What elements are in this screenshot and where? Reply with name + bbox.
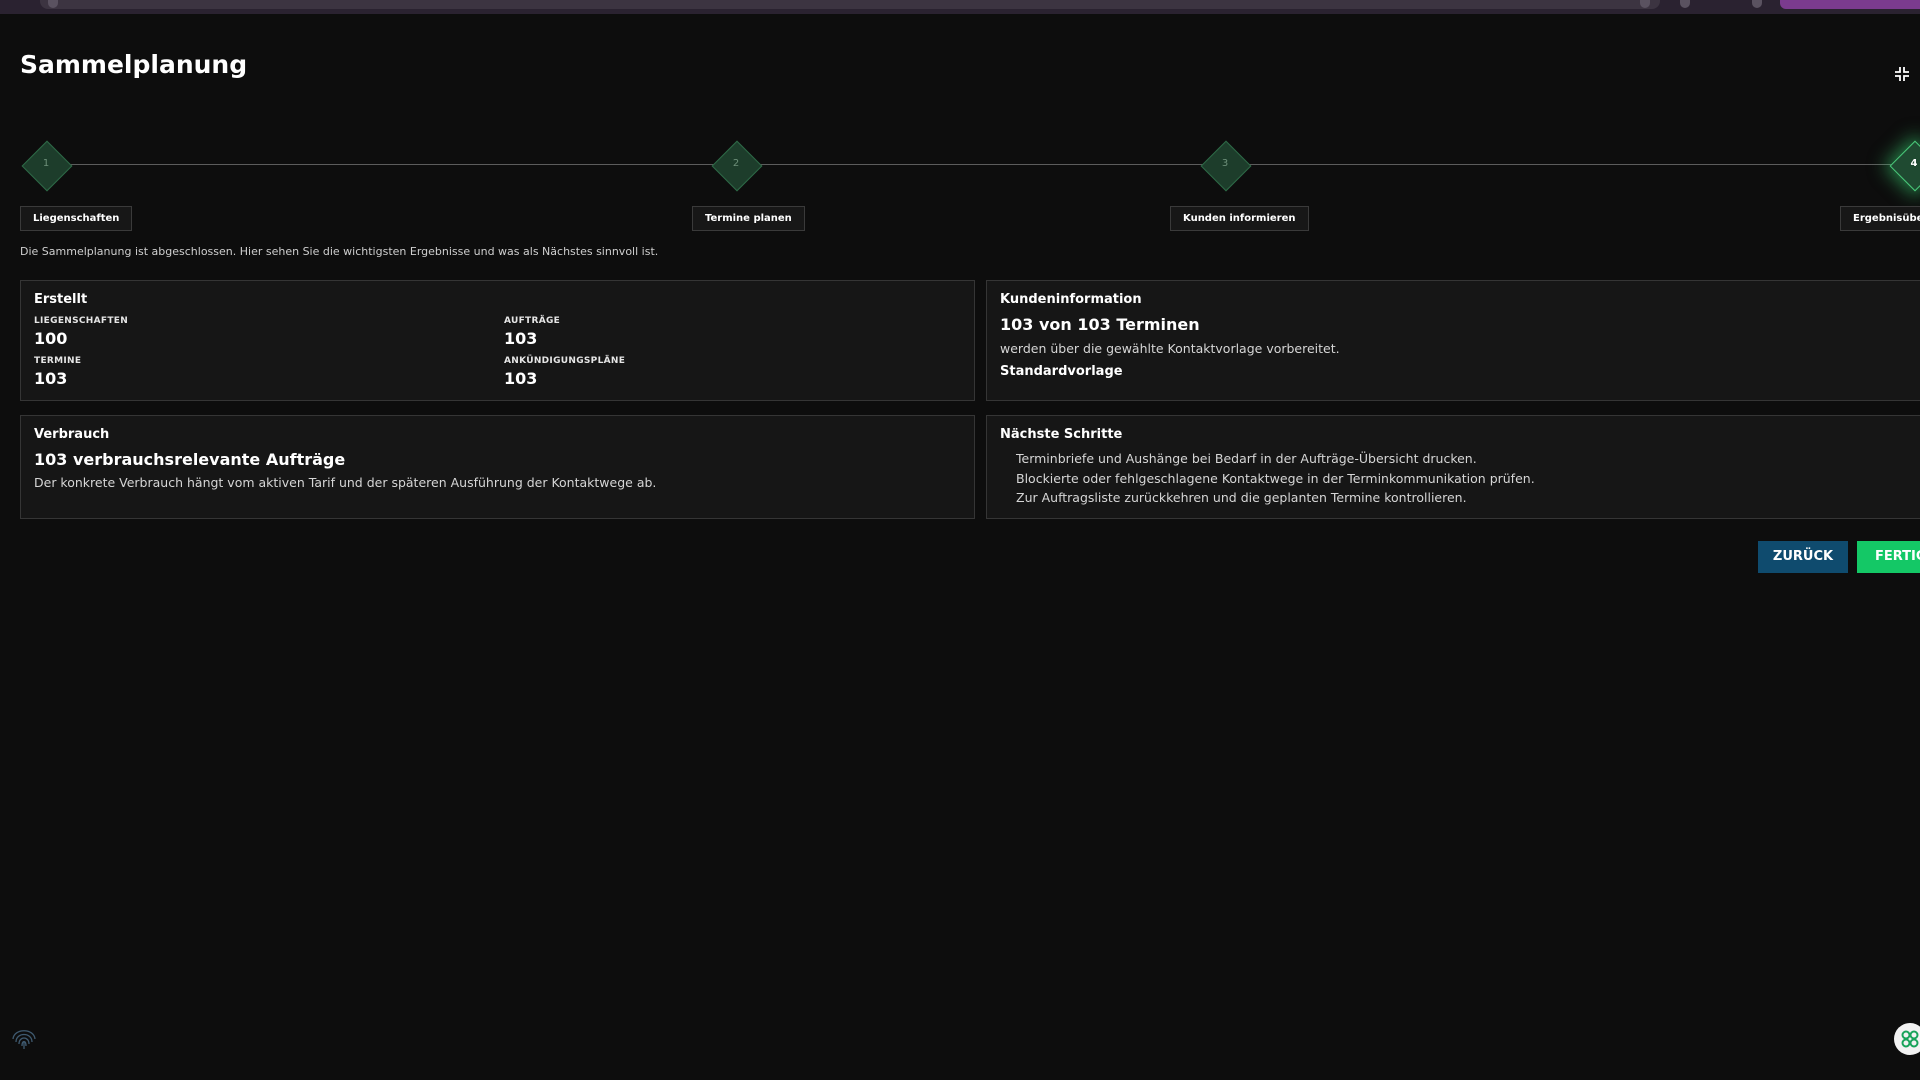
fingerprint-widget[interactable] [8,1022,40,1054]
extension-badge[interactable] [1780,0,1920,9]
step-number: 4 [1910,158,1918,169]
next-step-item: Blockierte oder fehlgeschlagene Kontaktw… [1016,470,1535,486]
step-label-kunden-informieren[interactable]: Kunden informieren [1170,206,1309,231]
customer-info-headline: 103 von 103 Terminen [1000,315,1200,334]
properties-label: LIEGENSCHAFTEN [34,316,129,326]
customer-info-text: werden über die gewählte Kontaktvorlage … [1000,341,1340,356]
page-title: Sammelplanung [20,50,248,79]
consumption-headline: 103 verbrauchsrelevante Aufträge [34,450,346,469]
step-number: 1 [42,158,50,169]
help-widget-icon [1901,1030,1919,1048]
stepper-line [46,164,1920,165]
customer-info-title: Kundeninformation [1000,292,1142,307]
consumption-card: Verbrauch 103 verbrauchsrelevante Aufträ… [20,415,975,519]
next-steps-list: Terminbriefe und Aushänge bei Bedarf in … [1016,449,1535,508]
step-label-termine-planen[interactable]: Termine planen [692,206,805,231]
fingerprint-icon [12,1030,36,1049]
customer-info-card: Kundeninformation 103 von 103 Terminen w… [986,280,1920,401]
created-card: Erstellt LIEGENSCHAFTEN 100 AUFTRÄGE 103… [20,280,975,401]
orders-value: 103 [504,329,538,348]
finish-button[interactable]: FERTIG [1857,541,1920,573]
profile-icon[interactable] [1752,0,1762,8]
wizard-stepper: 1 Liegenschaften 2 Termine planen 3 Kund… [0,140,1920,231]
next-step-item: Terminbriefe und Aushänge bei Bedarf in … [1016,451,1477,466]
step-number: 2 [732,158,740,169]
consumption-text: Der konkrete Verbrauch hängt vom aktiven… [34,475,657,490]
browser-top-bar [0,0,1920,14]
next-steps-title: Nächste Schritte [1000,427,1123,442]
step-label-liegenschaften[interactable]: Liegenschaften [20,206,133,231]
properties-value: 100 [34,329,68,348]
announcement-plans-label: ANKÜNDIGUNGSPLÄNE [504,356,626,366]
collapse-button[interactable] [1892,64,1912,84]
step-number: 3 [1221,158,1229,169]
intro-text: Die Sammelplanung ist abgeschlossen. Hie… [20,245,659,258]
url-bar[interactable] [40,0,1660,9]
created-card-title: Erstellt [34,292,88,307]
step-label-ergebnisuebersicht[interactable]: Ergebnisübersicht [1840,206,1920,231]
extension-icon[interactable] [1680,0,1690,8]
orders-label: AUFTRÄGE [504,316,561,326]
contact-template-name: Standardvorlage [1000,364,1123,379]
appointments-value: 103 [34,369,68,388]
appointments-label: TERMINE [34,356,82,366]
consumption-title: Verbrauch [34,427,110,442]
next-steps-card: Nächste Schritte Terminbriefe und Aushän… [986,415,1920,519]
collapse-icon [1895,67,1909,81]
help-widget-button[interactable] [1894,1023,1920,1055]
announcement-plans-value: 103 [504,369,538,388]
back-button[interactable]: ZURÜCK [1758,541,1848,573]
next-step-item: Zur Auftragsliste zurückkehren und die g… [1016,490,1467,505]
